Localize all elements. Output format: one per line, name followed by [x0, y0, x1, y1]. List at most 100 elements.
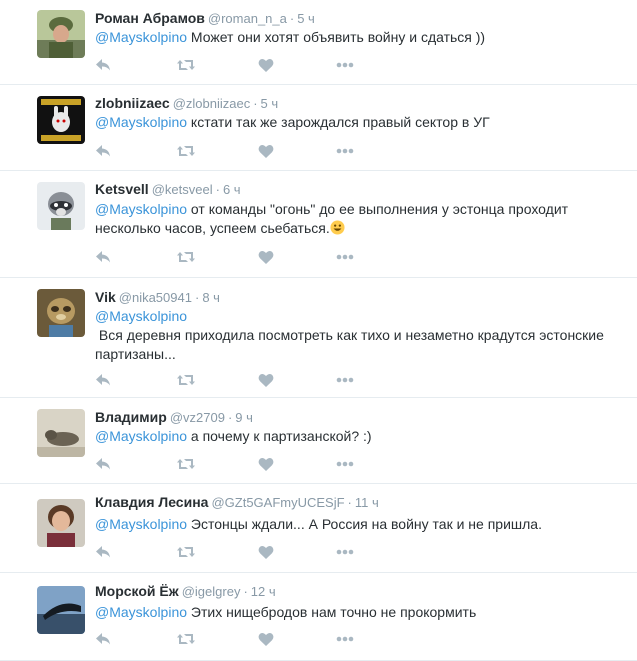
- retweet-button[interactable]: [176, 248, 196, 266]
- tweet-text: @Mayskolpino а почему к партизанской? :): [95, 427, 615, 446]
- retweet-button[interactable]: [176, 142, 196, 160]
- tweet-text: @Mayskolpino Эстонцы ждали... А Россия н…: [95, 515, 615, 534]
- reply-icon: [95, 545, 111, 559]
- tweet-header: Клавдия Лесина @GZt5GAFmyUCESjF · 11 ч: [95, 494, 379, 511]
- avatar-image: [37, 586, 85, 634]
- user-name[interactable]: Vik: [95, 289, 116, 305]
- reply-button[interactable]: [95, 455, 111, 473]
- retweet-button[interactable]: [176, 543, 196, 561]
- tweet[interactable]: Vik @nika50941 · 8 ч @Mayskolpino Вся дерев…: [0, 278, 637, 398]
- user-handle[interactable]: @igelgrey: [182, 584, 241, 599]
- user-handle[interactable]: @roman_n_a: [208, 11, 287, 26]
- more-button[interactable]: [336, 371, 354, 389]
- mention-link[interactable]: @Mayskolpino: [95, 604, 187, 620]
- user-name[interactable]: Ketsvell: [95, 181, 149, 197]
- separator-dot: ·: [194, 290, 200, 305]
- more-button[interactable]: [336, 248, 354, 266]
- user-handle[interactable]: @zlobniizaec: [173, 96, 251, 111]
- tweet-header: Vik @nika50941 · 8 ч: [95, 289, 220, 306]
- avatar[interactable]: [37, 10, 85, 58]
- like-button[interactable]: [258, 142, 274, 160]
- like-button[interactable]: [258, 630, 274, 648]
- avatar[interactable]: [37, 182, 85, 230]
- more-button[interactable]: [336, 630, 354, 648]
- heart-icon: [258, 632, 274, 647]
- tweet-text: @Mayskolpino от команды "огонь" до ее вы…: [95, 200, 615, 238]
- tweet-body: Вся деревня приходила посмотреть как тих…: [95, 327, 604, 362]
- separator-dot: ·: [243, 584, 248, 599]
- timestamp[interactable]: 12 ч: [251, 584, 276, 599]
- tweet-header: Владимир @vz2709 · 9 ч: [95, 409, 253, 426]
- reply-button[interactable]: [95, 543, 111, 561]
- mention-link[interactable]: @Mayskolpino: [95, 516, 187, 532]
- timestamp[interactable]: 11 ч: [355, 495, 379, 510]
- avatar[interactable]: [37, 499, 85, 547]
- avatar-image: [37, 289, 85, 337]
- tweet[interactable]: Морской Ёж @igelgrey · 12 ч @Mayskolpino Эт…: [0, 573, 637, 661]
- tweet-body: а почему к партизанской? :): [187, 428, 372, 444]
- like-button[interactable]: [258, 455, 274, 473]
- user-name[interactable]: zlobniizaec: [95, 95, 170, 111]
- retweet-icon: [176, 250, 196, 264]
- tweet[interactable]: Ketsvell @ketsveel · 6 ч @Mayskolpino от ко…: [0, 171, 637, 278]
- avatar[interactable]: [37, 289, 85, 337]
- user-handle[interactable]: @ketsveel: [152, 182, 213, 197]
- user-handle[interactable]: @vz2709: [170, 410, 225, 425]
- timestamp[interactable]: 5 ч: [261, 96, 279, 111]
- heart-icon: [258, 373, 274, 388]
- retweet-button[interactable]: [176, 455, 196, 473]
- user-name[interactable]: Морской Ёж: [95, 583, 179, 599]
- reply-button[interactable]: [95, 630, 111, 648]
- tweet[interactable]: Роман Абрамов @roman_n_a · 5 ч @Mayskolpino…: [0, 0, 637, 85]
- like-button[interactable]: [258, 248, 274, 266]
- separator-dot: ·: [347, 495, 352, 510]
- like-button[interactable]: [258, 543, 274, 561]
- timestamp[interactable]: 6 ч: [223, 182, 241, 197]
- tweet-actions: [95, 56, 395, 74]
- more-button[interactable]: [336, 56, 354, 74]
- avatar[interactable]: [37, 96, 85, 144]
- avatar[interactable]: [37, 409, 85, 457]
- avatar-image: [37, 499, 85, 547]
- retweet-icon: [176, 373, 196, 387]
- heart-icon: [258, 58, 274, 73]
- mention-link[interactable]: @Mayskolpino: [95, 428, 187, 444]
- retweet-button[interactable]: [176, 371, 196, 389]
- like-button[interactable]: [258, 56, 274, 74]
- retweet-button[interactable]: [176, 630, 196, 648]
- tweet-actions: [95, 371, 395, 389]
- timestamp[interactable]: 9 ч: [235, 410, 253, 425]
- mention-link[interactable]: @Mayskolpino: [95, 114, 187, 130]
- tweet-header: Морской Ёж @igelgrey · 12 ч: [95, 583, 276, 600]
- timestamp[interactable]: 5 ч: [297, 11, 315, 26]
- mention-link[interactable]: @Mayskolpino: [95, 308, 187, 324]
- user-name[interactable]: Роман Абрамов: [95, 10, 205, 26]
- more-button[interactable]: [336, 142, 354, 160]
- user-name[interactable]: Владимир: [95, 409, 167, 425]
- avatar[interactable]: [37, 586, 85, 634]
- timestamp[interactable]: 8 ч: [202, 290, 220, 305]
- tweet-header: Ketsvell @ketsveel · 6 ч: [95, 181, 241, 198]
- retweet-icon: [176, 457, 196, 471]
- reply-button[interactable]: [95, 142, 111, 160]
- reply-button[interactable]: [95, 248, 111, 266]
- user-handle[interactable]: @nika50941: [119, 290, 192, 305]
- mention-link[interactable]: @Mayskolpino: [95, 201, 187, 217]
- reply-button[interactable]: [95, 371, 111, 389]
- reply-icon: [95, 144, 111, 158]
- user-name[interactable]: Клавдия Лесина: [95, 494, 208, 510]
- more-button[interactable]: [336, 455, 354, 473]
- tweet[interactable]: Клавдия Лесина @GZt5GAFmyUCESjF · 11 ч @May…: [0, 484, 637, 573]
- more-button[interactable]: [336, 543, 354, 561]
- tweet[interactable]: zlobniizaec @zlobniizaec · 5 ч @Mayskolpino…: [0, 85, 637, 171]
- like-button[interactable]: [258, 371, 274, 389]
- user-handle[interactable]: @GZt5GAFmyUCESjF: [211, 495, 344, 510]
- tweet[interactable]: Владимир @vz2709 · 9 ч @Mayskolpino а почем…: [0, 398, 637, 484]
- more-dots-icon: [336, 148, 354, 154]
- reply-button[interactable]: [95, 56, 111, 74]
- mention-link[interactable]: @Mayskolpino: [95, 29, 187, 45]
- tweet-actions: [95, 630, 395, 648]
- retweet-icon: [176, 632, 196, 646]
- reply-icon: [95, 250, 111, 264]
- retweet-button[interactable]: [176, 56, 196, 74]
